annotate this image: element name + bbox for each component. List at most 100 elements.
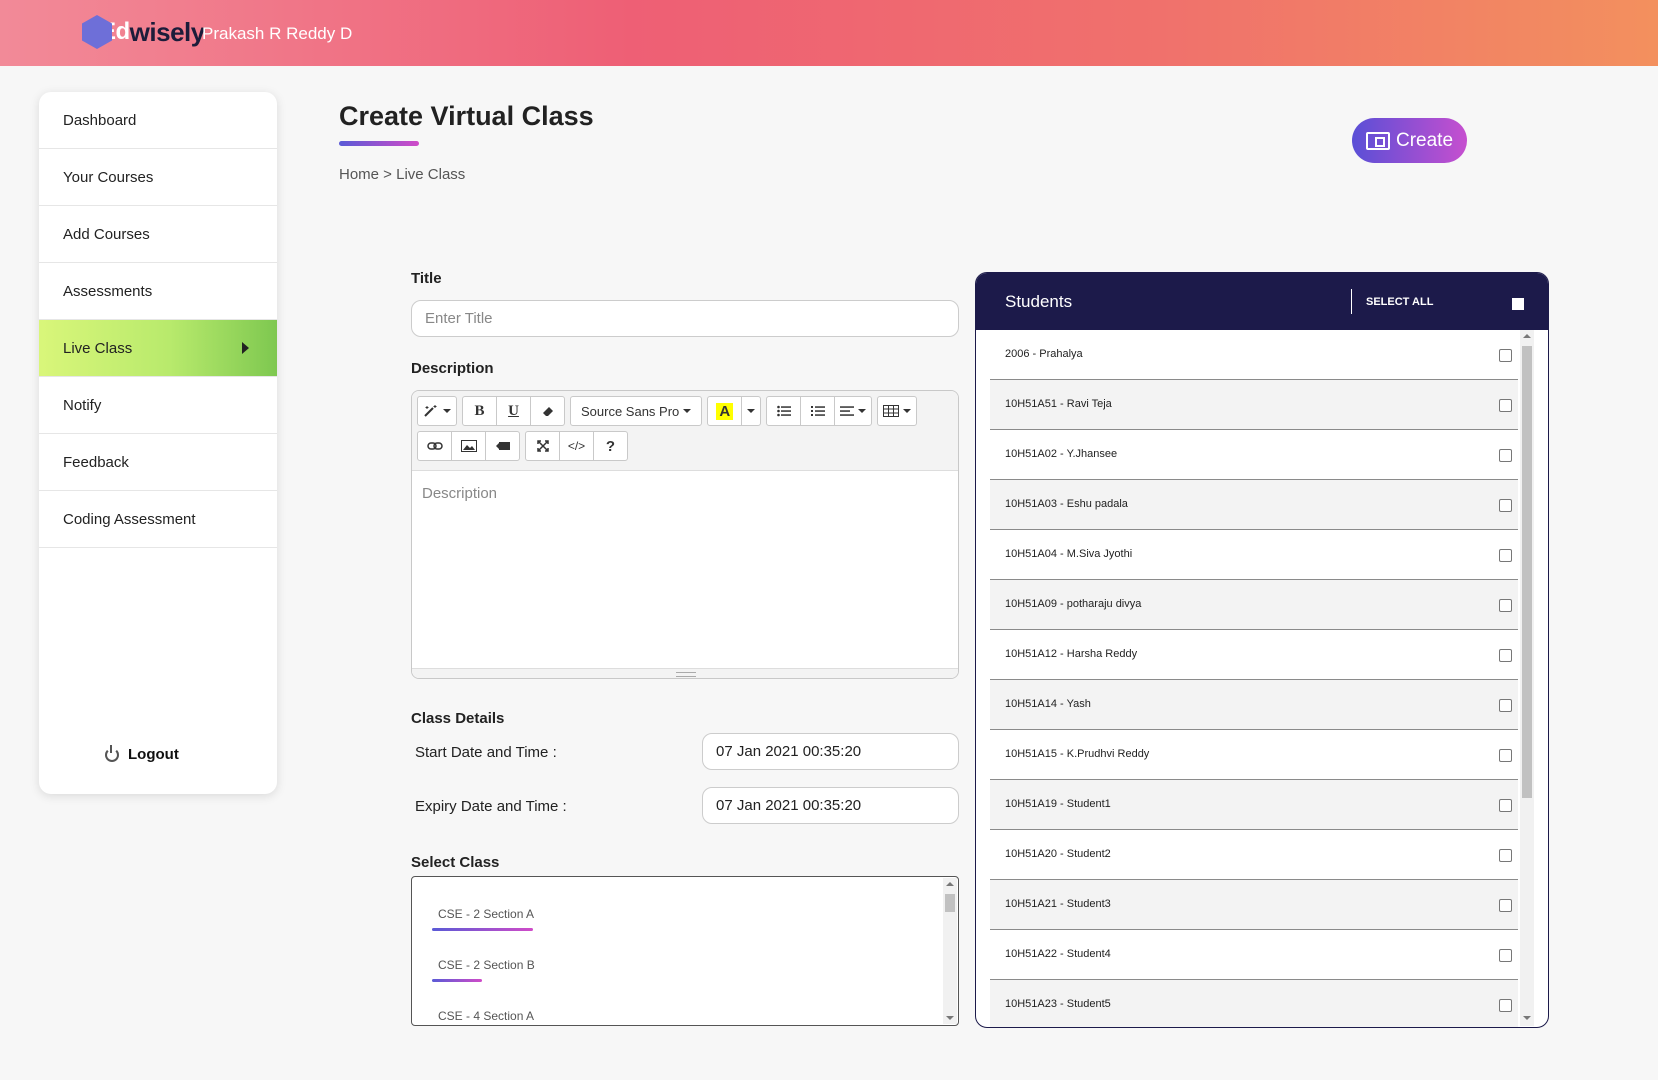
description-editor: B U Source Sans Pro A </> ? Description: [411, 390, 959, 679]
edwisely-logo[interactable]: Ed wisely: [82, 14, 205, 50]
students-header: Students SELECT ALL: [976, 273, 1548, 330]
student-checkbox[interactable]: [1499, 399, 1512, 412]
scroll-up-icon[interactable]: [1523, 334, 1531, 338]
student-checkbox[interactable]: [1499, 549, 1512, 562]
eraser-icon[interactable]: [530, 396, 565, 426]
class-item-cse-2-b[interactable]: CSE - 2 Section B: [438, 958, 535, 972]
image-icon[interactable]: [451, 431, 486, 461]
video-icon[interactable]: [485, 431, 520, 461]
create-button[interactable]: Create: [1352, 118, 1467, 163]
sidebar-item-your-courses[interactable]: Your Courses: [39, 149, 277, 206]
class-list-scrollbar[interactable]: [943, 878, 957, 1024]
help-icon[interactable]: ?: [593, 431, 628, 461]
sidebar-item-label: Notify: [63, 396, 102, 414]
student-checkbox[interactable]: [1499, 699, 1512, 712]
student-checkbox[interactable]: [1499, 949, 1512, 962]
class-item-underline: [432, 928, 533, 931]
student-checkbox[interactable]: [1499, 649, 1512, 662]
student-checkbox[interactable]: [1499, 849, 1512, 862]
student-checkbox[interactable]: [1499, 899, 1512, 912]
student-name: 10H51A20 - Student2: [1005, 848, 1111, 860]
description-textarea[interactable]: Description: [412, 471, 958, 668]
students-scrollbar[interactable]: [1520, 330, 1534, 1026]
description-label: Description: [411, 360, 494, 377]
class-item-cse-4-a[interactable]: CSE - 4 Section A: [438, 1009, 534, 1023]
select-class-label: Select Class: [411, 854, 500, 871]
student-row: 10H51A21 - Student3: [990, 880, 1518, 930]
student-row: 10H51A09 - potharaju divya: [990, 580, 1518, 630]
class-item-cse-2-a[interactable]: CSE - 2 Section A: [438, 907, 534, 921]
table-icon[interactable]: [877, 396, 918, 426]
code-view-icon[interactable]: </>: [559, 431, 594, 461]
student-row: 10H51A14 - Yash: [990, 680, 1518, 730]
student-checkbox[interactable]: [1499, 349, 1512, 362]
header-divider: [1351, 289, 1352, 314]
font-family-dropdown[interactable]: Source Sans Pro: [570, 396, 703, 426]
student-row: 10H51A02 - Y.Jhansee: [990, 430, 1518, 480]
class-item-underline: [432, 979, 482, 982]
power-icon: [105, 744, 119, 762]
scroll-thumb[interactable]: [1522, 346, 1532, 798]
sidebar-item-live-class[interactable]: Live Class: [39, 320, 277, 377]
scroll-thumb[interactable]: [945, 894, 955, 912]
breadcrumb[interactable]: Home > Live Class: [339, 166, 465, 183]
sidebar-item-label: Add Courses: [63, 225, 150, 243]
top-bar: Ed wisely Prakash R Reddy D: [0, 0, 1658, 66]
student-name: 10H51A19 - Student1: [1005, 798, 1111, 810]
font-family-value: Source Sans Pro: [581, 403, 680, 419]
student-row: 10H51A12 - Harsha Reddy: [990, 630, 1518, 680]
title-label: Title: [411, 270, 442, 287]
student-row: 10H51A03 - Eshu padala: [990, 480, 1518, 530]
expiry-date-input[interactable]: [702, 787, 959, 824]
expiry-date-label: Expiry Date and Time :: [415, 798, 567, 815]
student-checkbox[interactable]: [1499, 499, 1512, 512]
scroll-up-icon[interactable]: [946, 882, 954, 886]
class-select-list[interactable]: CSE - 2 Section A CSE - 2 Section B CSE …: [411, 876, 959, 1026]
magic-icon[interactable]: [417, 396, 457, 426]
logo-wisely-text: wisely: [129, 16, 206, 47]
sidebar-item-coding-assessment[interactable]: Coding Assessment: [39, 491, 277, 548]
font-color-dropdown[interactable]: [741, 396, 762, 426]
student-name: 10H51A22 - Student4: [1005, 948, 1111, 960]
logout-label: Logout: [128, 746, 179, 763]
sidebar-item-assessments[interactable]: Assessments: [39, 263, 277, 320]
link-icon[interactable]: [417, 431, 452, 461]
sidebar-item-label: Feedback: [63, 453, 129, 471]
sidebar-item-notify[interactable]: Notify: [39, 377, 277, 434]
scroll-down-icon[interactable]: [1523, 1016, 1531, 1020]
sidebar-item-add-courses[interactable]: Add Courses: [39, 206, 277, 263]
logout-button[interactable]: Logout: [105, 744, 179, 763]
student-checkbox[interactable]: [1499, 799, 1512, 812]
student-checkbox[interactable]: [1499, 999, 1512, 1012]
fullscreen-icon[interactable]: [525, 431, 560, 461]
student-name: 10H51A51 - Ravi Teja: [1005, 398, 1112, 410]
class-details-label: Class Details: [411, 710, 505, 727]
start-date-input[interactable]: [702, 733, 959, 770]
unordered-list-icon[interactable]: [766, 396, 802, 426]
ordered-list-icon[interactable]: [800, 396, 836, 426]
title-input[interactable]: [411, 300, 959, 337]
student-row: 10H51A04 - M.Siva Jyothi: [990, 530, 1518, 580]
students-title: Students: [1005, 292, 1073, 311]
scroll-down-icon[interactable]: [946, 1016, 954, 1020]
student-checkbox[interactable]: [1499, 599, 1512, 612]
student-row: 2006 - Prahalya: [990, 330, 1518, 380]
select-all-checkbox[interactable]: [1512, 298, 1524, 310]
student-checkbox[interactable]: [1499, 449, 1512, 462]
student-checkbox[interactable]: [1499, 749, 1512, 762]
font-color-icon[interactable]: A: [707, 396, 743, 426]
title-underline: [339, 141, 419, 146]
editor-resize-handle[interactable]: [412, 668, 958, 678]
underline-icon[interactable]: U: [496, 396, 531, 426]
student-name: 10H51A12 - Harsha Reddy: [1005, 648, 1138, 660]
sidebar-item-feedback[interactable]: Feedback: [39, 434, 277, 491]
student-name: 10H51A14 - Yash: [1005, 698, 1091, 710]
student-name: 10H51A23 - Student5: [1005, 998, 1111, 1010]
sidebar-item-dashboard[interactable]: Dashboard: [39, 92, 277, 149]
laptop-icon: [1365, 131, 1390, 150]
align-icon[interactable]: [834, 396, 873, 426]
student-row: 10H51A20 - Student2: [990, 830, 1518, 880]
bold-icon[interactable]: B: [462, 396, 497, 426]
sidebar-item-label: Your Courses: [63, 168, 154, 186]
sidebar-item-label: Live Class: [63, 339, 133, 357]
